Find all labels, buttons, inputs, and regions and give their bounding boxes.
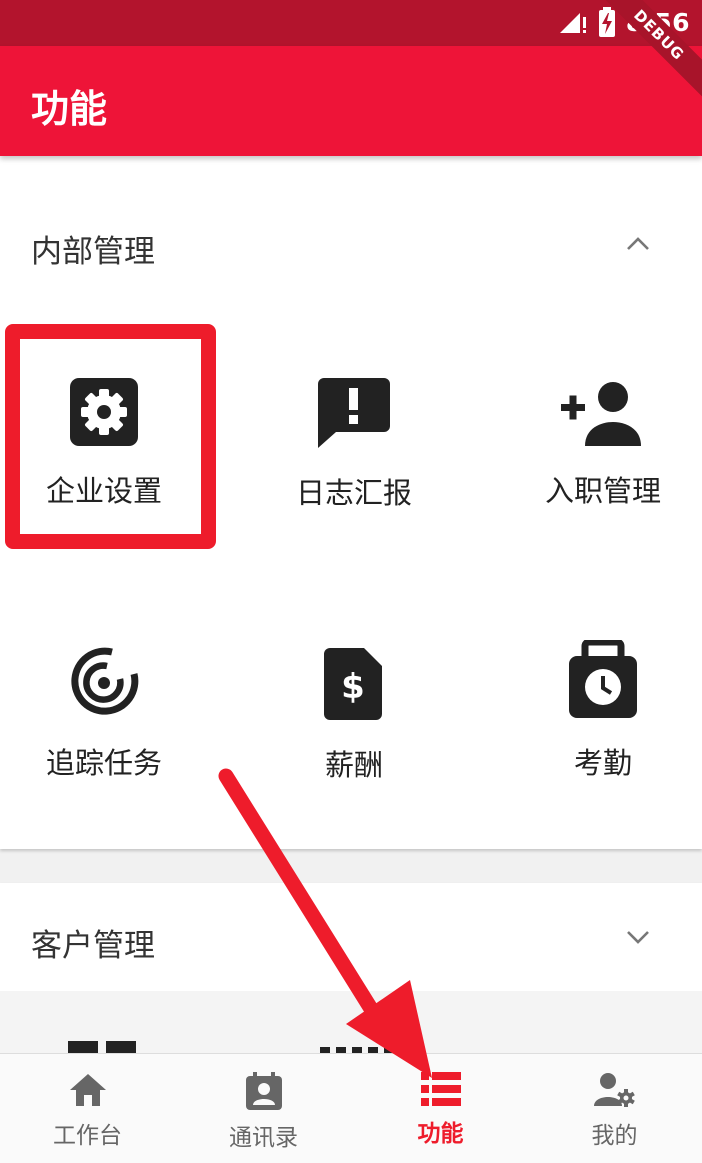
section-title: 客户管理 <box>31 928 155 964</box>
nav-label: 我的 <box>591 1123 638 1149</box>
chevron-up-icon[interactable] <box>624 230 652 258</box>
bottom-navigation: 工作台 通讯录 功能 我的 <box>0 1053 702 1163</box>
track-icon <box>71 647 139 715</box>
person-add-icon <box>561 382 641 446</box>
tile-label: 薪酬 <box>324 748 383 782</box>
highlight-box <box>5 324 216 549</box>
nav-label: 通讯录 <box>229 1125 298 1151</box>
svg-text:$: $ <box>341 667 365 707</box>
tile-log-report[interactable]: 日志汇报 <box>239 376 469 512</box>
app-bar: 功能 <box>0 46 702 156</box>
user-settings-icon <box>593 1073 635 1107</box>
battery-icon <box>598 7 615 37</box>
attendance-icon <box>569 640 637 718</box>
nav-item-mine[interactable]: 我的 <box>527 1054 702 1163</box>
tile-attendance[interactable]: 考勤 <box>488 640 702 782</box>
screen: 8:56 功能 DEBUG 内部管理 企业设置 <box>0 0 702 1163</box>
signal-icon <box>559 13 586 33</box>
nav-item-contacts[interactable]: 通讯录 <box>176 1054 351 1163</box>
tile-label: 入职管理 <box>544 474 661 508</box>
section-customer-management[interactable]: 客户管理 <box>0 883 702 991</box>
home-icon <box>69 1074 106 1106</box>
partial-section-content <box>0 991 702 1053</box>
tile-label: 日志汇报 <box>295 476 412 510</box>
nav-label: 功能 <box>417 1121 464 1147</box>
chevron-down-icon[interactable] <box>624 923 652 951</box>
status-bar: 8:56 <box>0 0 702 46</box>
feedback-icon <box>318 378 390 448</box>
section-title: 内部管理 <box>31 234 155 270</box>
tile-track-tasks[interactable]: 追踪任务 <box>0 646 219 782</box>
page-title: 功能 <box>31 87 108 131</box>
tile-onboarding-management[interactable]: 入职管理 <box>488 376 702 510</box>
nav-label: 工作台 <box>53 1123 122 1149</box>
salary-icon: $ <box>324 648 382 720</box>
tile-label: 考勤 <box>573 746 632 780</box>
nav-item-workbench[interactable]: 工作台 <box>0 1054 175 1163</box>
tile-label: 追踪任务 <box>45 746 162 780</box>
list-icon <box>420 1072 461 1106</box>
nav-item-functions[interactable]: 功能 <box>353 1054 528 1163</box>
tile-salary[interactable]: $ 薪酬 <box>239 646 469 784</box>
contacts-icon <box>245 1072 282 1110</box>
